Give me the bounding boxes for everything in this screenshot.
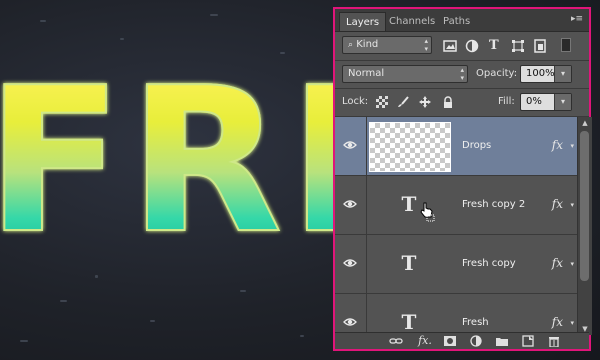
visibility-eye-icon[interactable] bbox=[343, 139, 357, 151]
texture-speck bbox=[120, 38, 124, 40]
texture-speck bbox=[240, 290, 246, 292]
divider bbox=[366, 294, 367, 335]
expand-effects-arrow-icon[interactable]: ▾ bbox=[570, 319, 574, 327]
link-layers-icon[interactable] bbox=[389, 335, 403, 347]
chevron-down-icon[interactable]: ▾ bbox=[554, 66, 571, 82]
search-icon: ⌕ bbox=[348, 40, 354, 50]
texture-speck bbox=[40, 20, 46, 22]
blend-mode-value: Normal bbox=[348, 68, 385, 79]
blend-mode-dropdown[interactable]: Normal ▴ ▾ bbox=[342, 65, 468, 83]
panel-menu-icon[interactable]: ▸≡ bbox=[569, 14, 583, 24]
scroll-up-arrow-icon[interactable]: ▲ bbox=[578, 119, 592, 127]
scrollbar-thumb[interactable] bbox=[580, 131, 589, 281]
cursor-hand-icon bbox=[420, 202, 435, 222]
texture-speck bbox=[210, 14, 218, 16]
fill-value: 0% bbox=[526, 96, 542, 107]
opacity-label: Opacity: bbox=[476, 68, 518, 79]
fill-field[interactable]: 0% ▾ bbox=[520, 93, 572, 111]
shape-filter-icon[interactable] bbox=[511, 39, 525, 53]
texture-speck bbox=[20, 340, 28, 342]
layer-name[interactable]: Fresh bbox=[462, 317, 489, 328]
filter-kind-label: Kind bbox=[356, 39, 379, 50]
chevron-updown-icon: ▴ ▾ bbox=[424, 37, 428, 53]
lock-image-pixels-brush-icon[interactable] bbox=[397, 96, 409, 108]
layer-name[interactable]: Fresh copy 2 bbox=[462, 199, 525, 210]
texture-speck bbox=[150, 320, 155, 322]
type-layer-thumbnail-icon[interactable]: T bbox=[399, 251, 419, 275]
layer-row-fresh-copy[interactable]: T Fresh copy fx ▾ bbox=[335, 235, 577, 294]
divider bbox=[335, 88, 589, 89]
panel-tab-bar: Layers Channels Paths ▸≡ bbox=[335, 9, 589, 32]
fx-icon[interactable]: fx. bbox=[415, 335, 435, 347]
visibility-eye-icon[interactable] bbox=[343, 198, 357, 210]
layer-name[interactable]: Drops bbox=[462, 140, 491, 151]
type-filter-icon[interactable]: T bbox=[489, 39, 503, 53]
texture-speck bbox=[300, 335, 304, 337]
divider bbox=[335, 60, 589, 61]
filter-kind-dropdown[interactable]: ⌕ Kind ▴ ▾ bbox=[342, 36, 432, 54]
layer-effects-fx-icon[interactable]: fx bbox=[552, 315, 563, 329]
expand-effects-arrow-icon[interactable]: ▾ bbox=[570, 260, 574, 268]
layer-row-drops[interactable]: Drops fx ▾ bbox=[335, 117, 577, 176]
new-layer-icon[interactable] bbox=[521, 335, 535, 347]
tab-channels[interactable]: Channels bbox=[383, 12, 441, 31]
image-filter-icon[interactable] bbox=[443, 39, 457, 53]
layer-list-scrollbar[interactable]: ▲ ▼ bbox=[577, 117, 592, 335]
opacity-value: 100% bbox=[526, 68, 555, 79]
lock-position-move-icon[interactable] bbox=[419, 96, 431, 108]
smart-object-filter-icon[interactable] bbox=[533, 39, 547, 53]
expand-effects-arrow-icon[interactable]: ▾ bbox=[570, 142, 574, 150]
type-layer-thumbnail-icon[interactable]: T bbox=[399, 192, 419, 216]
fill-label: Fill: bbox=[498, 96, 515, 107]
opacity-field[interactable]: 100% ▾ bbox=[520, 65, 572, 83]
visibility-eye-icon[interactable] bbox=[343, 257, 357, 269]
tab-layers[interactable]: Layers bbox=[339, 12, 387, 31]
tab-paths[interactable]: Paths bbox=[437, 12, 476, 31]
layer-effects-fx-icon[interactable]: fx bbox=[552, 138, 563, 152]
layer-thumbnail-transparent[interactable] bbox=[369, 122, 451, 172]
chevron-down-icon[interactable]: ▾ bbox=[554, 94, 571, 110]
layer-name[interactable]: Fresh copy bbox=[462, 258, 516, 269]
chevron-updown-icon: ▴ ▾ bbox=[460, 66, 464, 82]
layers-panel: Layers Channels Paths ▸≡ ⌕ Kind ▴ ▾ T Nor… bbox=[333, 7, 592, 351]
divider bbox=[366, 117, 367, 175]
expand-effects-arrow-icon[interactable]: ▾ bbox=[570, 201, 574, 209]
layer-list: Drops fx ▾ T Fresh copy 2 fx ▾ T Fresh c… bbox=[335, 117, 577, 335]
adjustment-layer-icon[interactable] bbox=[469, 335, 483, 347]
visibility-eye-icon[interactable] bbox=[343, 316, 357, 328]
mask-icon[interactable] bbox=[443, 335, 457, 347]
lock-label: Lock: bbox=[342, 96, 369, 107]
texture-speck bbox=[60, 300, 67, 302]
group-folder-icon[interactable] bbox=[495, 335, 509, 347]
layer-effects-fx-icon[interactable]: fx bbox=[552, 256, 563, 270]
layer-effects-fx-icon[interactable]: fx bbox=[552, 197, 563, 211]
filter-toggle-switch[interactable] bbox=[561, 38, 571, 52]
adjustment-filter-icon[interactable] bbox=[465, 39, 479, 53]
panel-bottom-toolbar: fx. bbox=[335, 332, 589, 349]
layer-row-fresh[interactable]: T Fresh fx ▾ bbox=[335, 294, 577, 335]
lock-transparent-pixels-icon[interactable] bbox=[376, 96, 388, 108]
layer-row-fresh-copy-2[interactable]: T Fresh copy 2 fx ▾ bbox=[335, 176, 577, 235]
trash-icon[interactable] bbox=[547, 335, 561, 347]
divider bbox=[366, 235, 367, 293]
lock-all-padlock-icon[interactable] bbox=[442, 96, 454, 108]
divider bbox=[366, 176, 367, 234]
type-layer-thumbnail-icon[interactable]: T bbox=[399, 310, 419, 334]
